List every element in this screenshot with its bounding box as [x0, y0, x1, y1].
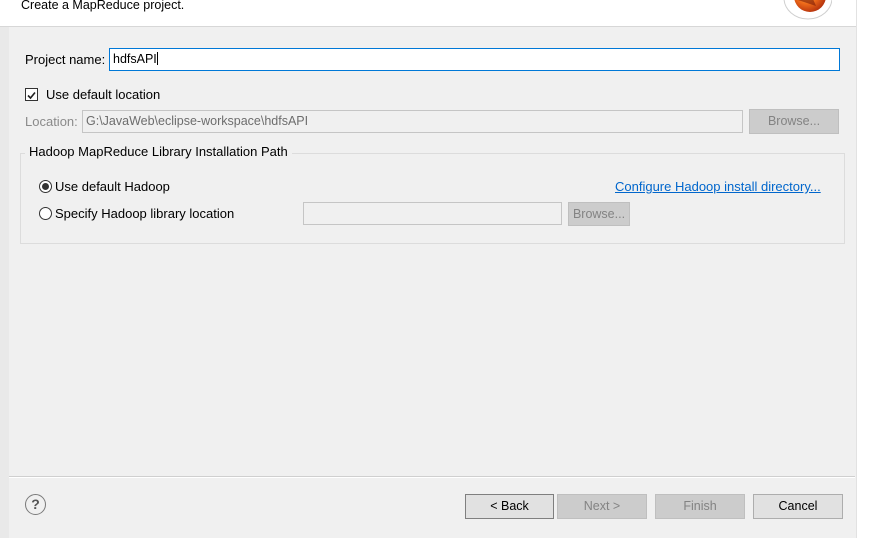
project-name-value: hdfsAPI [113, 52, 157, 66]
use-default-hadoop-radio[interactable] [39, 180, 52, 193]
wizard-header: Create a MapReduce project. [0, 0, 856, 27]
configure-hadoop-link[interactable]: Configure Hadoop install directory... [615, 179, 821, 194]
radio-selected-dot [42, 183, 49, 190]
project-name-input[interactable]: hdfsAPI [109, 48, 840, 71]
wizard-description: Create a MapReduce project. [21, 0, 185, 12]
hadoop-library-group [20, 153, 845, 244]
window-right-edge [856, 0, 872, 538]
location-label: Location: [25, 114, 78, 129]
location-value: G:\JavaWeb\eclipse-workspace\hdfsAPI [86, 114, 309, 128]
mapreduce-wizard-logo-icon [783, 0, 832, 20]
hadoop-group-title: Hadoop MapReduce Library Installation Pa… [25, 144, 292, 159]
location-input[interactable]: G:\JavaWeb\eclipse-workspace\hdfsAPI [82, 110, 743, 133]
use-default-hadoop-label[interactable]: Use default Hadoop [55, 179, 170, 194]
project-name-label: Project name: [25, 52, 106, 67]
hadoop-browse-button[interactable]: Browse... [568, 202, 630, 226]
back-button[interactable]: < Back [465, 494, 554, 519]
text-caret [156, 52, 158, 65]
location-browse-button[interactable]: Browse... [749, 109, 839, 134]
help-icon[interactable]: ? [25, 494, 46, 515]
hadoop-location-input[interactable] [303, 202, 562, 225]
use-default-location-checkbox[interactable] [25, 88, 38, 101]
cancel-button[interactable]: Cancel [753, 494, 843, 519]
use-default-location-label[interactable]: Use default location [46, 87, 160, 102]
window-left-edge [0, 27, 9, 538]
next-button[interactable]: Next > [557, 494, 647, 519]
finish-button[interactable]: Finish [655, 494, 745, 519]
specify-hadoop-radio[interactable] [39, 207, 52, 220]
checkmark-icon [27, 91, 36, 100]
specify-hadoop-label[interactable]: Specify Hadoop library location [55, 206, 234, 221]
